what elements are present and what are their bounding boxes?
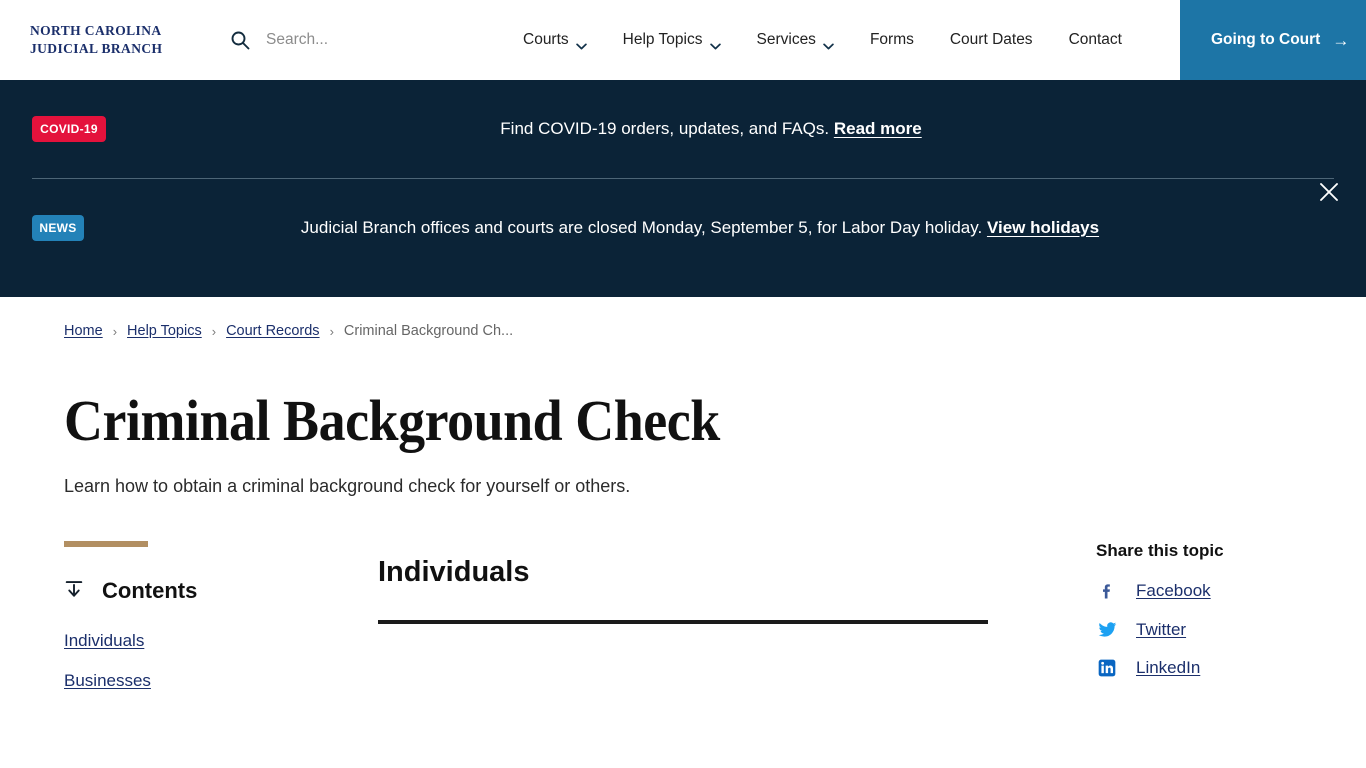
alert-text-covid: Find COVID-19 orders, updates, and FAQs.… bbox=[106, 119, 1334, 139]
breadcrumb-item-current: Criminal Background Ch... bbox=[343, 323, 514, 339]
twitter-icon bbox=[1096, 619, 1118, 640]
alert-link-view-holidays[interactable]: View holidays bbox=[987, 218, 1099, 237]
breadcrumb-item-help-topics[interactable]: Help Topics bbox=[127, 323, 202, 339]
nav-item-help-topics[interactable]: Help Topics bbox=[605, 0, 739, 80]
share-item-facebook[interactable]: Facebook bbox=[1096, 581, 1366, 601]
alert-row-news: NEWS Judicial Branch offices and courts … bbox=[32, 179, 1334, 276]
share-list: Facebook Twitter LinkedIn bbox=[1096, 581, 1366, 678]
chevron-down-icon bbox=[575, 37, 587, 49]
nav-label: Courts bbox=[523, 31, 569, 48]
status-badge-news: NEWS bbox=[32, 214, 84, 241]
page-body: Contents Individuals Businesses Individu… bbox=[0, 541, 1366, 691]
nav-item-contact[interactable]: Contact bbox=[1051, 0, 1140, 80]
arrow-right-icon: → bbox=[1332, 30, 1350, 50]
share-item-twitter[interactable]: Twitter bbox=[1096, 619, 1366, 640]
breadcrumb-separator-icon: › bbox=[329, 323, 334, 339]
linkedin-icon bbox=[1096, 658, 1118, 678]
contents-link-individuals[interactable]: Individuals bbox=[64, 631, 378, 651]
nav-item-forms[interactable]: Forms bbox=[852, 0, 932, 80]
nav-label: Court Dates bbox=[949, 31, 1033, 48]
alert-link-read-more[interactable]: Read more bbox=[834, 119, 922, 138]
nav-label: Services bbox=[756, 31, 816, 48]
page-subtitle: Learn how to obtain a criminal backgroun… bbox=[64, 476, 631, 496]
contents-header: Contents bbox=[64, 578, 378, 604]
site-header: NORTH CAROLINA JUDICIAL BRANCH Courts He… bbox=[0, 0, 1366, 80]
accent-bar bbox=[64, 541, 148, 547]
contents-list: Individuals Businesses bbox=[64, 631, 378, 691]
page-title: Criminal Background Check bbox=[64, 388, 720, 453]
nav-label: Forms bbox=[869, 31, 914, 48]
nav-item-courts[interactable]: Courts bbox=[505, 0, 605, 80]
share-heading: Share this topic bbox=[1096, 541, 1224, 560]
jump-to-contents-icon bbox=[64, 579, 84, 604]
share-sidebar: Share this topic Facebook Twitter Linked… bbox=[988, 541, 1366, 691]
search-area bbox=[230, 30, 446, 50]
close-icon[interactable] bbox=[1314, 177, 1344, 207]
going-to-court-button[interactable]: Going to Court → bbox=[1180, 0, 1366, 80]
main-navigation: Courts Help Topics Services Forms Court … bbox=[505, 0, 1140, 80]
search-icon[interactable] bbox=[230, 30, 250, 50]
contents-link-businesses[interactable]: Businesses bbox=[64, 671, 378, 691]
status-badge-covid: COVID-19 bbox=[32, 116, 106, 142]
section-title-individuals: Individuals bbox=[378, 556, 530, 588]
section-rule bbox=[378, 620, 988, 624]
nav-item-services[interactable]: Services bbox=[739, 0, 852, 80]
breadcrumb-separator-icon: › bbox=[112, 323, 118, 339]
breadcrumb-item-court-records[interactable]: Court Records bbox=[226, 323, 319, 339]
search-input[interactable] bbox=[266, 30, 446, 49]
contents-sidebar: Contents Individuals Businesses bbox=[64, 541, 378, 691]
chevron-down-icon bbox=[823, 37, 834, 49]
alert-message: Find COVID-19 orders, updates, and FAQs. bbox=[500, 119, 830, 138]
breadcrumb-item-home[interactable]: Home bbox=[64, 323, 103, 339]
site-logo[interactable]: NORTH CAROLINA JUDICIAL BRANCH bbox=[30, 22, 200, 58]
nav-label: Help Topics bbox=[622, 31, 703, 48]
contents-heading: Contents bbox=[102, 578, 198, 603]
nav-item-court-dates[interactable]: Court Dates bbox=[932, 0, 1051, 80]
share-link-facebook[interactable]: Facebook bbox=[1136, 581, 1211, 601]
main-content: Individuals bbox=[378, 541, 988, 691]
chevron-down-icon bbox=[709, 37, 721, 49]
share-item-linkedin[interactable]: LinkedIn bbox=[1096, 658, 1366, 678]
share-link-twitter[interactable]: Twitter bbox=[1136, 620, 1186, 640]
breadcrumb: Home › Help Topics › Court Records › Cri… bbox=[0, 297, 1366, 339]
facebook-icon bbox=[1096, 581, 1118, 601]
share-link-linkedin[interactable]: LinkedIn bbox=[1136, 658, 1200, 678]
nav-label: Contact bbox=[1068, 31, 1122, 48]
breadcrumb-separator-icon: › bbox=[211, 323, 217, 339]
alert-message: Judicial Branch offices and courts are c… bbox=[300, 217, 983, 237]
alert-text-news: Judicial Branch offices and courts are c… bbox=[84, 218, 1334, 238]
alert-row-covid: COVID-19 Find COVID-19 orders, updates, … bbox=[32, 80, 1334, 178]
page-header: Criminal Background Check Learn how to o… bbox=[0, 339, 1366, 497]
logo-line-1: NORTH CAROLINA bbox=[30, 22, 162, 38]
alert-banner: COVID-19 Find COVID-19 orders, updates, … bbox=[0, 80, 1366, 297]
cta-label: Going to Court bbox=[1211, 31, 1321, 48]
logo-line-2: JUDICIAL BRANCH bbox=[30, 40, 163, 56]
